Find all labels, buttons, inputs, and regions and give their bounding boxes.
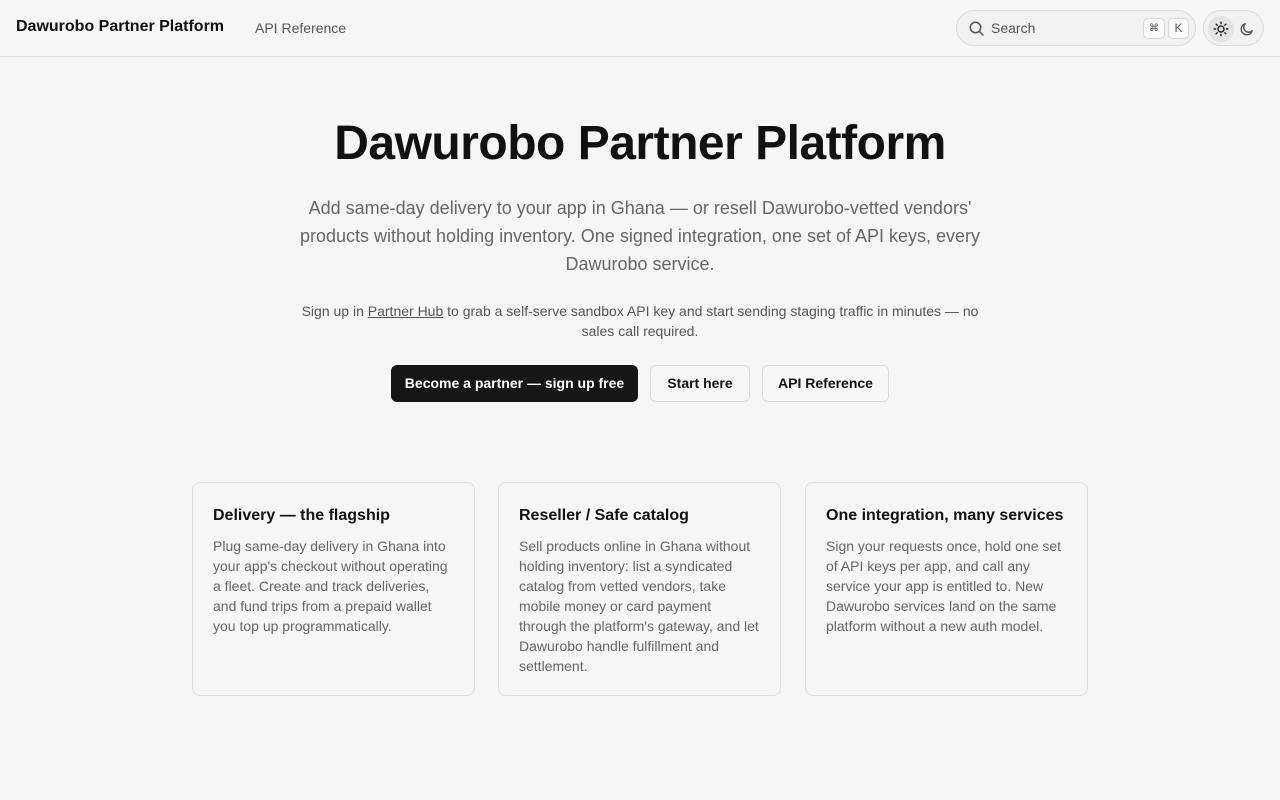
top-navbar: Dawurobo Partner Platform API Reference … (0, 0, 1280, 57)
card-body: Sell products online in Ghana without ho… (519, 538, 759, 674)
hero-note-text-end: to grab a self-serve sandbox API key and… (443, 303, 979, 339)
shortcut-key-command: ⌘ (1143, 18, 1165, 39)
partner-hub-link[interactable]: Partner Hub (368, 303, 443, 319)
brand-link[interactable]: Dawurobo Partner Platform (16, 18, 224, 36)
hero-note-text: Sign up in (301, 303, 368, 319)
theme-switcher (1203, 10, 1264, 46)
light-theme-button[interactable] (1208, 16, 1234, 42)
card-title: Delivery — the flagship (213, 507, 390, 524)
become-partner-button[interactable]: Become a partner — sign up free (391, 365, 638, 402)
nav-link-api-reference[interactable]: API Reference (255, 20, 346, 36)
shortcut-key-k: K (1168, 18, 1189, 39)
search-label: Search (991, 20, 1036, 36)
card-body: Sign your requests once, hold one set of… (826, 538, 1062, 634)
sun-icon (1213, 21, 1229, 37)
dark-theme-button[interactable] (1234, 16, 1260, 42)
feature-card-integration: One integration, many services Sign your… (805, 482, 1088, 696)
search-icon (969, 21, 984, 36)
card-title: Reseller / Safe catalog (519, 507, 689, 524)
feature-card-delivery: Delivery — the flagship Plug same-day de… (192, 482, 475, 696)
card-body: Plug same-day delivery in Ghana into you… (213, 538, 448, 634)
card-title: One integration, many services (826, 507, 1064, 524)
feature-card-reseller: Reseller / Safe catalog Sell products on… (498, 482, 781, 696)
api-reference-button[interactable]: API Reference (762, 365, 889, 402)
hero-subtitle: Add same-day delivery to your app in Gha… (299, 198, 981, 274)
page-title: Dawurobo Partner Platform (334, 117, 946, 170)
moon-icon (1240, 23, 1253, 36)
search-button[interactable]: Search ⌘ K (956, 10, 1196, 46)
hero-note: Sign up in Partner Hub to grab a self-se… (290, 301, 990, 341)
start-here-button[interactable]: Start here (650, 365, 750, 402)
